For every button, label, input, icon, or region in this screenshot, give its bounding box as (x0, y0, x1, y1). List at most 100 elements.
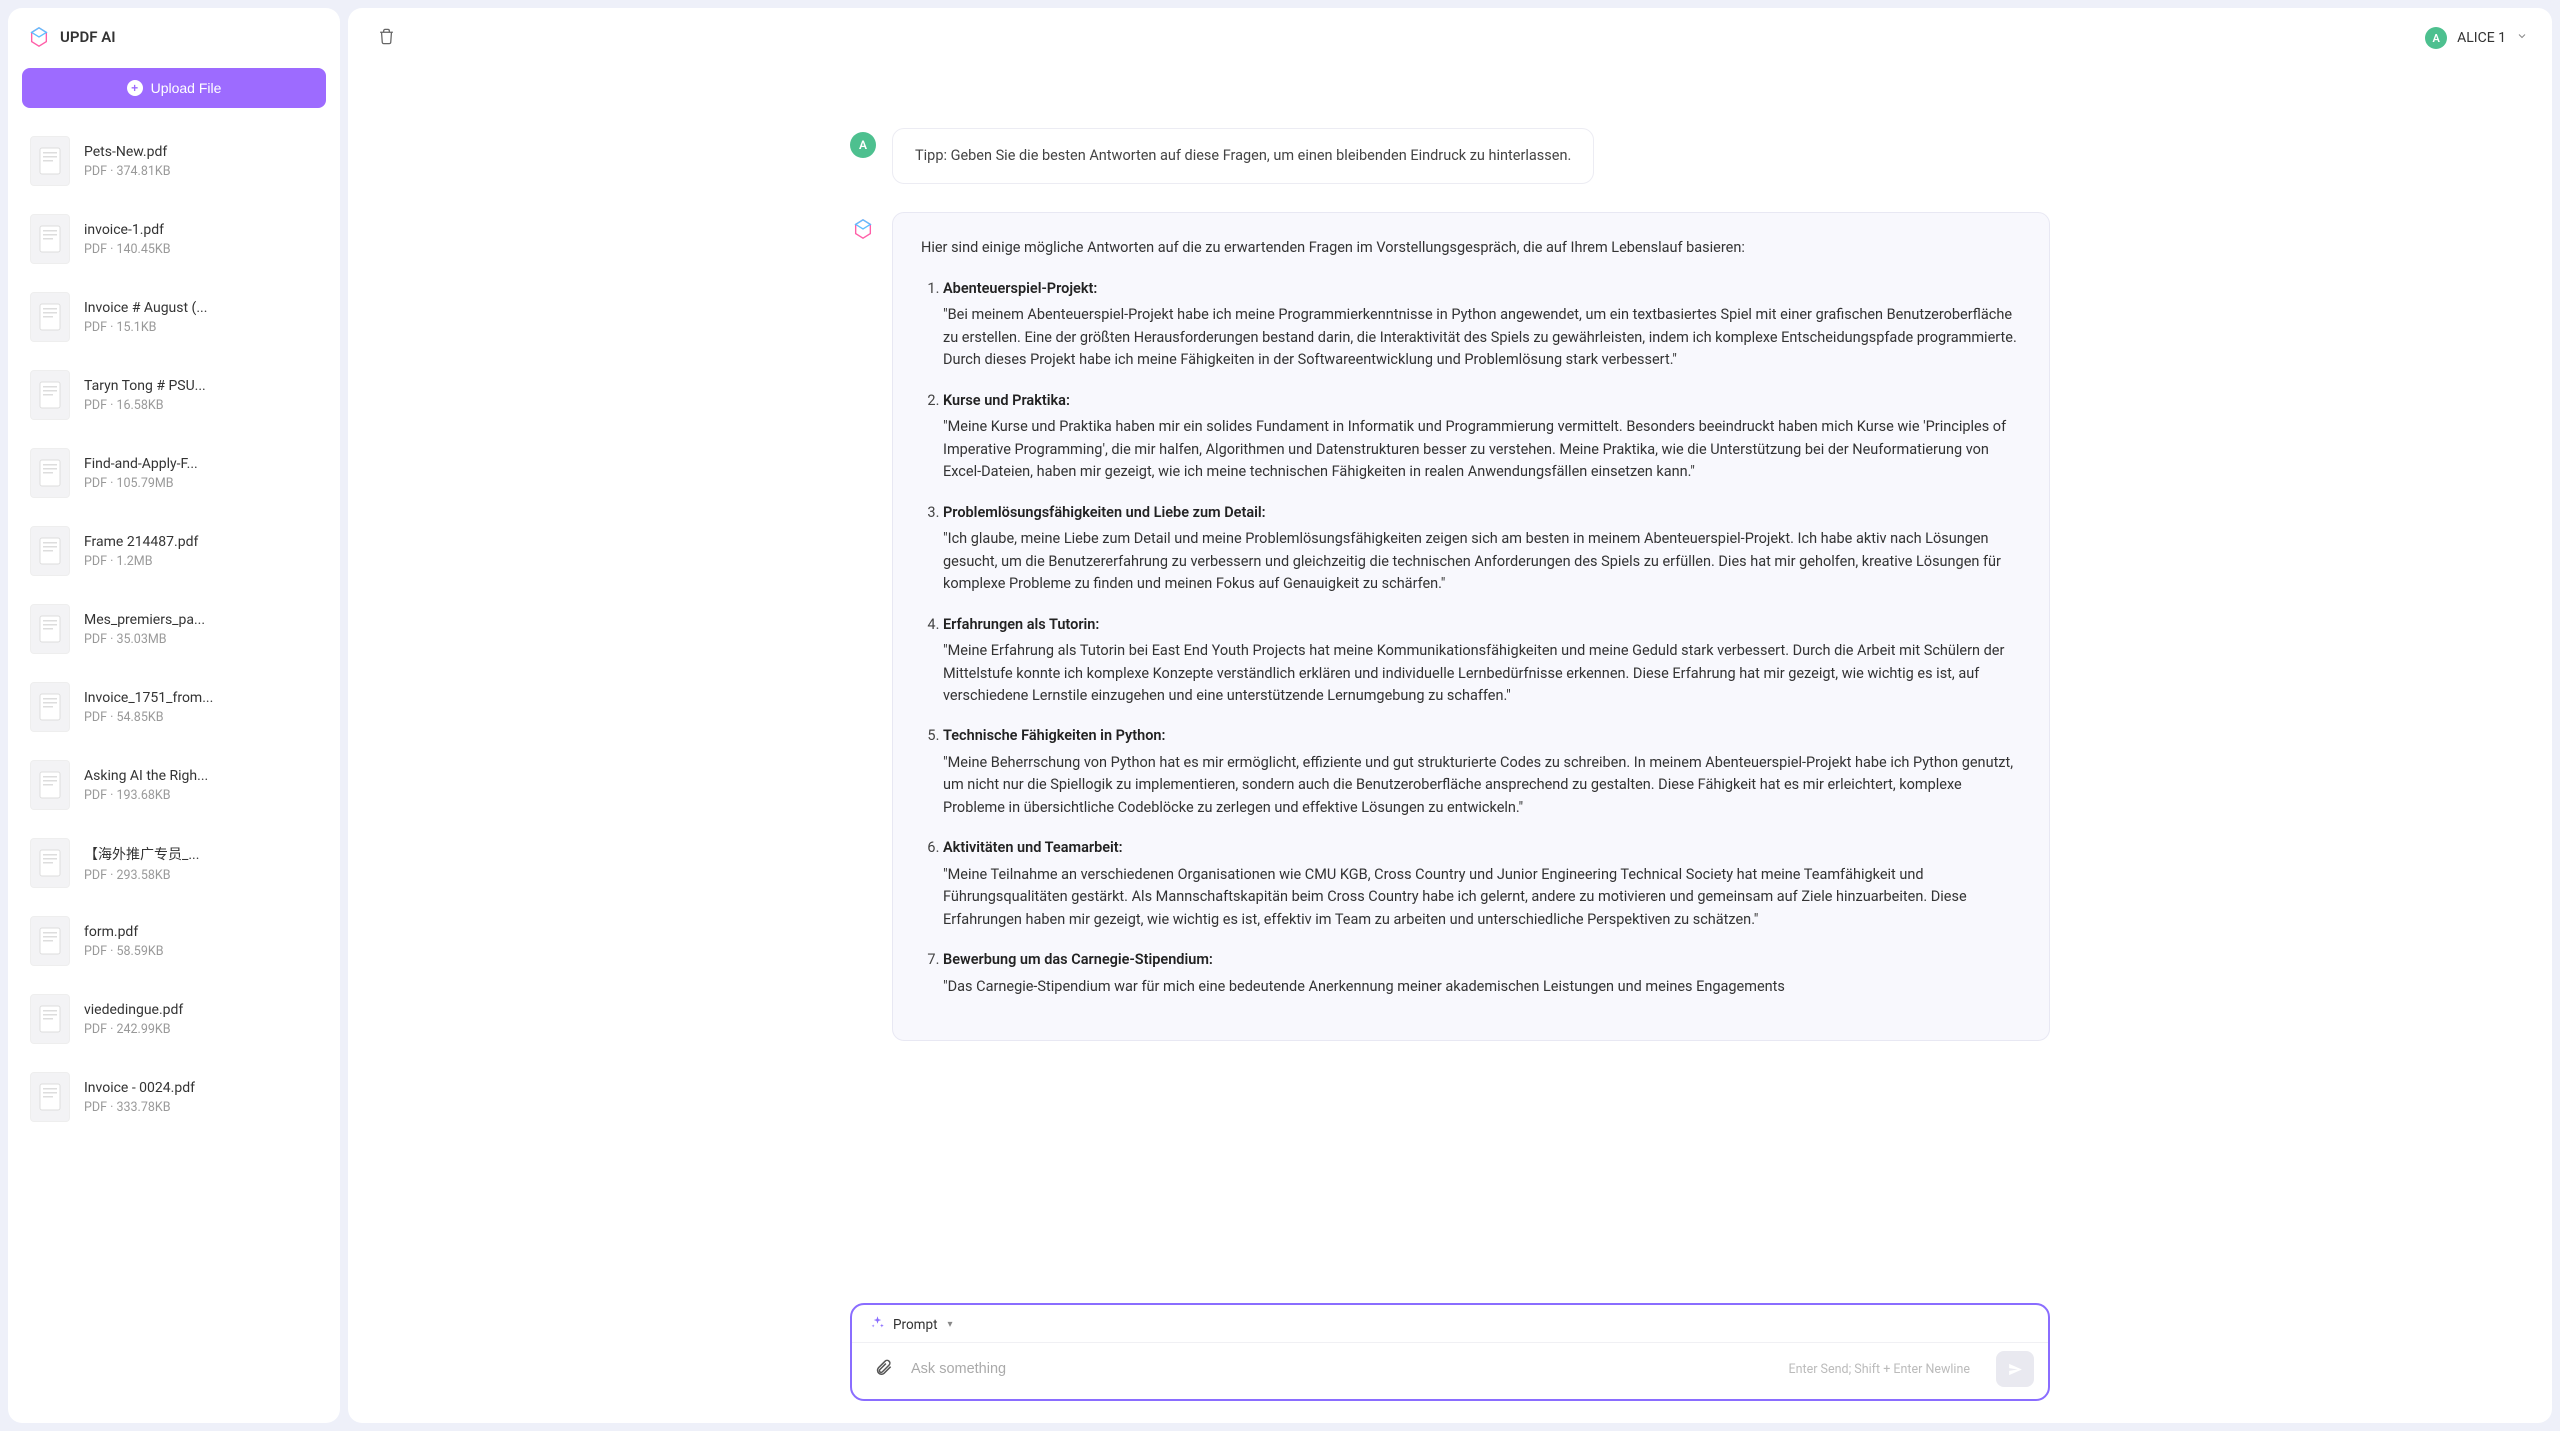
file-info: Taryn Tong # PSU... PDF · 16.58KB (84, 378, 318, 413)
ai-intro-text: Hier sind einige mögliche Antworten auf … (921, 237, 2021, 259)
ai-answer-body: "Bei meinem Abenteuerspiel-Projekt habe … (943, 306, 2017, 368)
input-area: Prompt ▾ Enter Send; Shift + Enter Newli… (348, 1303, 2552, 1423)
upload-file-button[interactable]: + Upload File (22, 68, 326, 108)
delete-button[interactable] (372, 22, 401, 54)
file-item[interactable]: Taryn Tong # PSU... PDF · 16.58KB (22, 356, 326, 434)
file-item[interactable]: Invoice # August (... PDF · 15.1KB (22, 278, 326, 356)
user-avatar: A (850, 132, 876, 158)
ai-answer-item: Bewerbung um das Carnegie-Stipendium: "Da… (943, 949, 2021, 998)
file-meta: PDF · 374.81KB (84, 164, 318, 179)
sparkle-icon (870, 1315, 885, 1334)
file-list: Pets-New.pdfPDF · 374.81KBinvoice-1.pdfP… (22, 122, 326, 1409)
ai-answer-list: Abenteuerspiel-Projekt: "Bei meinem Abent… (921, 278, 2021, 998)
file-info: Find-and-Apply-F...PDF · 105.79MB (84, 456, 318, 491)
paperclip-icon (874, 1358, 893, 1377)
file-info: Asking AI the Righ... PDF · 193.68KB (84, 768, 318, 803)
send-button[interactable] (1996, 1351, 2034, 1387)
file-thumb-icon (30, 136, 70, 186)
file-meta: PDF · 193.68KB (84, 788, 318, 803)
file-name: viededingue.pdf (84, 1002, 318, 1018)
plus-icon: + (127, 80, 143, 96)
ai-answer-item: Aktivitäten und Teamarbeit:"Meine Teilna… (943, 837, 2021, 931)
app-logo-icon (28, 26, 50, 48)
ai-answer-title: Erfahrungen als Tutorin: (943, 614, 2021, 636)
input-hint: Enter Send; Shift + Enter Newline (1789, 1362, 1971, 1377)
file-item[interactable]: Frame 214487.pdfPDF · 1.2MB (22, 512, 326, 590)
ai-answer-body: "Das Carnegie-Stipendium war für mich ei… (943, 978, 1785, 995)
ai-answer-title: Abenteuerspiel-Projekt: (943, 278, 2021, 300)
file-thumb-icon (30, 448, 70, 498)
file-name: Invoice # August (... (84, 300, 318, 316)
ai-answer-title: Kurse und Praktika: (943, 390, 2021, 412)
file-meta: PDF · 15.1KB (84, 320, 318, 335)
file-name: Taryn Tong # PSU... (84, 378, 318, 394)
input-box: Prompt ▾ Enter Send; Shift + Enter Newli… (850, 1303, 2050, 1401)
file-info: form.pdfPDF · 58.59KB (84, 924, 318, 959)
attach-button[interactable] (870, 1354, 897, 1384)
ai-message-bubble: Hier sind einige mögliche Antworten auf … (892, 212, 2050, 1041)
conversation-scroll[interactable]: A Tipp: Geben Sie die besten Antworten a… (348, 68, 2552, 1303)
file-info: invoice-1.pdfPDF · 140.45KB (84, 222, 318, 257)
file-name: 【海外推广专员_... (84, 844, 318, 864)
file-name: Pets-New.pdf (84, 144, 318, 160)
file-item[interactable]: Invoice_1751_from...PDF · 54.85KB (22, 668, 326, 746)
chevron-down-icon (2516, 30, 2528, 46)
app-title: UPDF AI (60, 28, 116, 46)
send-icon (2007, 1361, 2024, 1378)
conversation: A Tipp: Geben Sie die besten Antworten a… (850, 68, 2050, 1041)
ai-message-row: Hier sind einige mögliche Antworten auf … (850, 212, 2050, 1041)
file-item[interactable]: Asking AI the Righ... PDF · 193.68KB (22, 746, 326, 824)
file-meta: PDF · 242.99KB (84, 1022, 318, 1037)
file-meta: PDF · 293.58KB (84, 868, 318, 883)
file-name: Mes_premiers_pa... (84, 612, 318, 628)
upload-file-label: Upload File (151, 80, 222, 96)
file-meta: PDF · 333.78KB (84, 1100, 318, 1115)
file-item[interactable]: 【海外推广专员_... PDF · 293.58KB (22, 824, 326, 902)
file-info: Invoice # August (... PDF · 15.1KB (84, 300, 318, 335)
ai-answer-title: Aktivitäten und Teamarbeit: (943, 837, 2021, 859)
file-thumb-icon (30, 994, 70, 1044)
file-item[interactable]: Mes_premiers_pa... PDF · 35.03MB (22, 590, 326, 668)
trash-icon (378, 28, 395, 45)
ai-answer-item: Problemlösungsfähigkeiten und Liebe zum … (943, 502, 2021, 596)
ai-avatar (850, 216, 876, 242)
prompt-selector[interactable]: Prompt ▾ (852, 1305, 2048, 1342)
file-thumb-icon (30, 916, 70, 966)
file-meta: PDF · 1.2MB (84, 554, 318, 569)
file-info: Frame 214487.pdfPDF · 1.2MB (84, 534, 318, 569)
user-message-row: A Tipp: Geben Sie die besten Antworten a… (850, 128, 2050, 184)
file-item[interactable]: invoice-1.pdfPDF · 140.45KB (22, 200, 326, 278)
file-item[interactable]: Find-and-Apply-F...PDF · 105.79MB (22, 434, 326, 512)
sidebar: UPDF AI + Upload File Pets-New.pdf PDF · … (8, 8, 340, 1423)
file-meta: PDF · 105.79MB (84, 476, 318, 491)
file-thumb-icon (30, 370, 70, 420)
file-name: invoice-1.pdf (84, 222, 318, 238)
file-item[interactable]: Pets-New.pdf PDF · 374.81KB (22, 122, 326, 200)
file-meta: PDF · 16.58KB (84, 398, 318, 413)
file-item[interactable]: form.pdfPDF · 58.59KB (22, 902, 326, 980)
file-item[interactable]: Invoice - 0024.pdfPDF · 333.78KB (22, 1058, 326, 1136)
file-thumb-icon (30, 292, 70, 342)
file-thumb-icon (30, 682, 70, 732)
file-info: Mes_premiers_pa... PDF · 35.03MB (84, 612, 318, 647)
main-panel: A ALICE 1 A Tipp: Geben Sie die besten A… (348, 8, 2552, 1423)
file-item[interactable]: viededingue.pdf PDF · 242.99KB (22, 980, 326, 1058)
ai-answer-body: "Meine Erfahrung als Tutorin bei East En… (943, 642, 2004, 704)
user-menu[interactable]: A ALICE 1 (2425, 27, 2528, 49)
ai-answer-title: Bewerbung um das Carnegie-Stipendium: (943, 949, 2021, 971)
file-thumb-icon (30, 526, 70, 576)
sidebar-header: UPDF AI (22, 22, 326, 52)
user-message-bubble: Tipp: Geben Sie die besten Antworten auf… (892, 128, 1594, 184)
user-name: ALICE 1 (2457, 30, 2506, 46)
file-name: Invoice_1751_from... (84, 690, 318, 706)
ai-answer-title: Problemlösungsfähigkeiten und Liebe zum … (943, 502, 2021, 524)
file-thumb-icon (30, 604, 70, 654)
file-meta: PDF · 35.03MB (84, 632, 318, 647)
ai-answer-item: Kurse und Praktika: "Meine Kurse und Prak… (943, 390, 2021, 484)
file-name: Asking AI the Righ... (84, 768, 318, 784)
topbar: A ALICE 1 (348, 8, 2552, 68)
ai-answer-body: "Meine Kurse und Praktika haben mir ein … (943, 418, 2006, 480)
input-bottom-row: Enter Send; Shift + Enter Newline (852, 1342, 2048, 1399)
ai-answer-body: "Ich glaube, meine Liebe zum Detail und … (943, 530, 2001, 592)
message-input[interactable] (911, 1361, 1775, 1377)
